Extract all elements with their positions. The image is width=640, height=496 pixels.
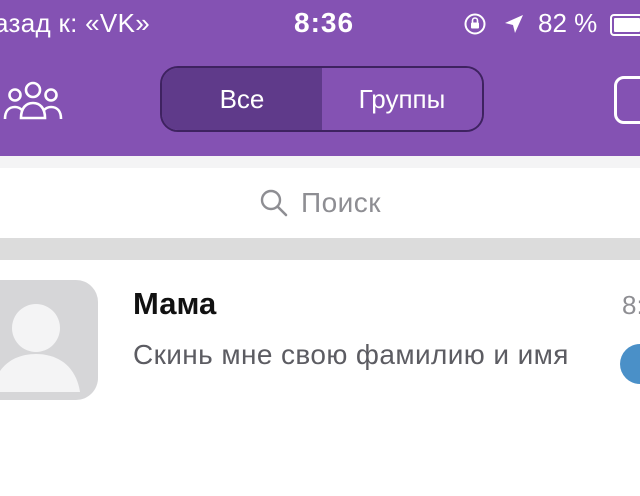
- viber-chats-screen: азад к: «VK» 8:36 82 % Все Группы Поиск …: [0, 0, 640, 496]
- tab-all[interactable]: Все: [162, 68, 322, 130]
- list-empty-space: [0, 426, 640, 496]
- chat-timestamp: 8:: [622, 290, 640, 320]
- search-area: Поиск: [0, 168, 640, 238]
- chat-contact-name: Мама: [133, 286, 217, 321]
- chat-last-message: Скинь мне свою фамилию и имя: [133, 339, 569, 370]
- search-icon: [260, 189, 288, 217]
- unread-badge: [620, 344, 640, 384]
- contacts-group-icon[interactable]: [2, 78, 64, 124]
- status-bar: азад к: «VK» 8:36 82 %: [0, 0, 640, 48]
- search-placeholder: Поиск: [300, 187, 382, 218]
- back-to-app-link[interactable]: азад к: «VK»: [0, 6, 150, 40]
- battery-level-fill: [614, 18, 640, 32]
- app-header: азад к: «VK» 8:36 82 % Все Группы: [0, 0, 640, 156]
- status-clock: 8:36: [294, 7, 355, 38]
- orientation-lock-icon: [464, 13, 486, 35]
- tab-all-label: Все: [219, 83, 265, 114]
- compose-icon[interactable]: [614, 76, 640, 124]
- section-divider: [0, 238, 640, 260]
- location-arrow-icon: [505, 15, 523, 33]
- search-input[interactable]: Поиск: [0, 168, 640, 238]
- default-avatar-icon: [0, 280, 98, 400]
- battery-icon: [610, 14, 640, 36]
- battery-percentage: 82 %: [538, 8, 598, 38]
- chat-item-mama[interactable]: Мама Скинь мне свою фамилию и имя 8:: [0, 260, 640, 426]
- chat-filter-segmented-control: Все Группы: [160, 66, 484, 132]
- tab-groups[interactable]: Группы: [322, 68, 482, 130]
- tab-groups-label: Группы: [358, 83, 446, 114]
- chat-list: Мама Скинь мне свою фамилию и имя 8:: [0, 260, 640, 496]
